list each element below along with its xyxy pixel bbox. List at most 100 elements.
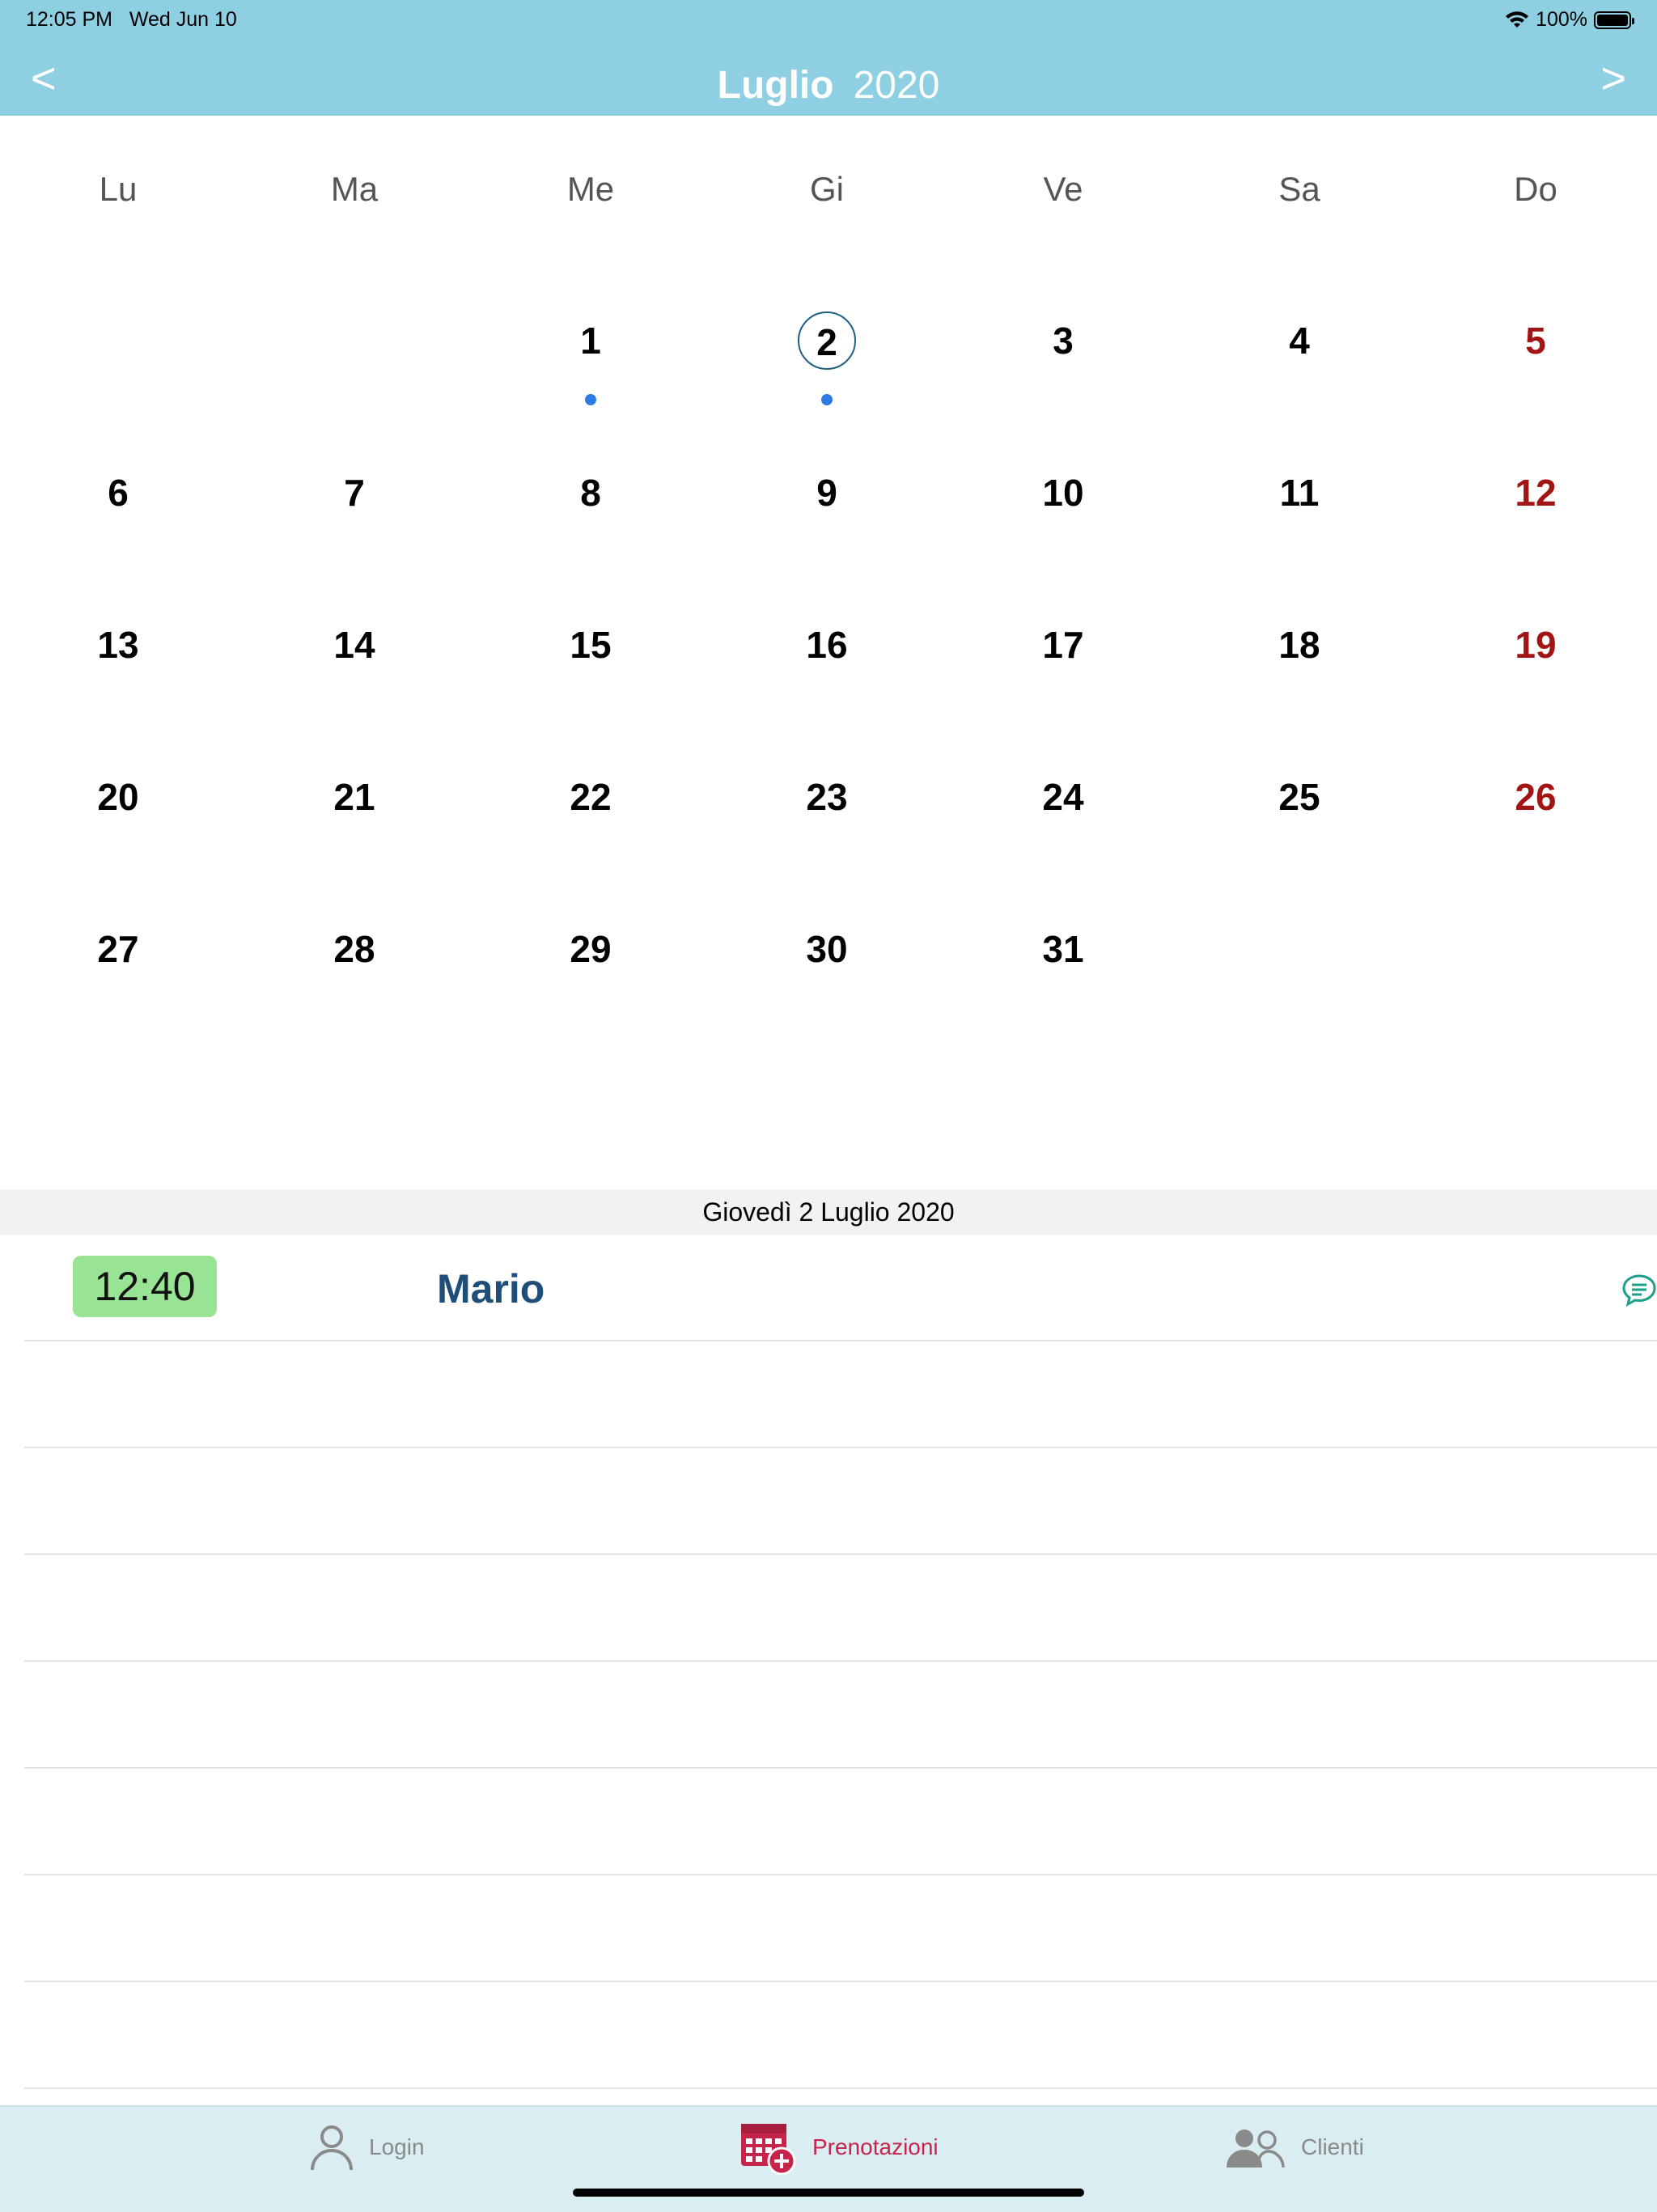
empty-row: [24, 1769, 1657, 1875]
calendar-day[interactable]: 6: [0, 464, 236, 528]
event-dot: [821, 394, 833, 405]
calendar-day[interactable]: 7: [236, 464, 473, 528]
calendar-day[interactable]: 3: [945, 311, 1181, 376]
people-icon: [1227, 2129, 1285, 2168]
calendar-day[interactable]: 11: [1181, 464, 1418, 528]
day-number: 30: [806, 928, 848, 970]
appointment-client: Mario: [437, 1266, 545, 1312]
wifi-icon: [1506, 11, 1529, 28]
calendar-day[interactable]: 29: [473, 920, 709, 985]
day-number: 17: [1042, 624, 1084, 666]
day-number: 13: [97, 624, 139, 666]
calendar-day[interactable]: 23: [709, 768, 945, 833]
day-number: 26: [1515, 776, 1557, 818]
calendar-day[interactable]: 12: [1418, 464, 1654, 528]
day-number: 28: [333, 928, 375, 970]
calendar-day[interactable]: 26: [1418, 768, 1654, 833]
calendar-empty-cell: [1418, 920, 1654, 985]
day-number: 4: [1289, 320, 1310, 362]
calendar-day[interactable]: 30: [709, 920, 945, 985]
appointment-row[interactable]: 12:40 Mario: [24, 1235, 1657, 1341]
day-number: 23: [806, 776, 848, 818]
calendar-day[interactable]: 15: [473, 616, 709, 680]
weekday-label: Ma: [330, 170, 379, 208]
day-number: 7: [344, 472, 365, 514]
status-time: 12:05 PM Wed Jun 10: [26, 8, 237, 31]
tab-label: Prenotazioni: [812, 2134, 939, 2159]
calendar-add-icon: [741, 2124, 796, 2176]
chat-icon[interactable]: [1621, 1272, 1657, 1307]
calendar-empty-cell: [1181, 920, 1418, 985]
week-row: 20 21 22 23 24 25 26: [0, 768, 1657, 833]
calendar-day[interactable]: 2: [709, 311, 945, 405]
day-number: 15: [570, 624, 612, 666]
day-number: 19: [1515, 624, 1557, 666]
empty-row: [24, 1555, 1657, 1662]
calendar-day[interactable]: 4: [1181, 311, 1418, 376]
calendar-day[interactable]: 9: [709, 464, 945, 528]
selected-date-label: Giovedì 2 Luglio 2020: [0, 1189, 1657, 1235]
empty-row: [24, 1875, 1657, 1982]
calendar-day[interactable]: 1: [473, 311, 709, 405]
weekday-label: Me: [566, 170, 615, 208]
tab-clients[interactable]: Clienti: [1225, 2107, 1364, 2188]
calendar-day[interactable]: 19: [1418, 616, 1654, 680]
year: 2020: [853, 64, 940, 107]
day-number: 2: [798, 311, 856, 370]
day-number: 18: [1278, 624, 1320, 666]
weekday-label: Lu: [99, 170, 138, 208]
weekday-label: Sa: [1278, 170, 1320, 208]
calendar-day[interactable]: 5: [1418, 311, 1654, 376]
tab-bookings[interactable]: Prenotazioni: [740, 2107, 939, 2188]
weekday-label: Do: [1514, 170, 1557, 208]
month-name: Luglio: [717, 64, 834, 107]
day-number: 6: [108, 472, 129, 514]
day-number: 5: [1525, 320, 1546, 362]
person-icon: [311, 2125, 353, 2171]
calendar-day[interactable]: 10: [945, 464, 1181, 528]
calendar-day[interactable]: 18: [1181, 616, 1418, 680]
weekday-label: Ve: [1043, 170, 1083, 208]
calendar-day[interactable]: 20: [0, 768, 236, 833]
month-title: Luglio 2020: [0, 63, 1657, 108]
calendar-day[interactable]: 8: [473, 464, 709, 528]
calendar-day[interactable]: 31: [945, 920, 1181, 985]
appointment-time: 12:40: [73, 1256, 217, 1317]
calendar-empty-cell: [236, 311, 473, 376]
calendar-day[interactable]: 28: [236, 920, 473, 985]
day-number: 27: [97, 928, 139, 970]
tab-login[interactable]: Login: [309, 2107, 425, 2188]
calendar-day[interactable]: 22: [473, 768, 709, 833]
appointment-list: 12:40 Mario: [0, 1235, 1657, 2089]
day-number: 21: [333, 776, 375, 818]
day-number: 29: [570, 928, 612, 970]
week-row: 1 2 3 4 5: [0, 311, 1657, 405]
calendar-day[interactable]: 21: [236, 768, 473, 833]
day-number: 31: [1042, 928, 1084, 970]
next-month-button[interactable]: >: [1600, 57, 1626, 100]
empty-row: [24, 1341, 1657, 1448]
calendar-day[interactable]: 25: [1181, 768, 1418, 833]
calendar-day[interactable]: 16: [709, 616, 945, 680]
status-indicators: 100%: [1505, 8, 1634, 32]
day-number: 11: [1279, 472, 1320, 514]
week-row: 6 7 8 9 10 11 12: [0, 464, 1657, 528]
calendar-day[interactable]: 24: [945, 768, 1181, 833]
battery-percent: 100%: [1536, 8, 1587, 31]
calendar-day[interactable]: 13: [0, 616, 236, 680]
empty-row: [24, 1982, 1657, 2089]
calendar-day[interactable]: 17: [945, 616, 1181, 680]
event-dot: [585, 394, 596, 405]
calendar-day[interactable]: 14: [236, 616, 473, 680]
tab-label: Login: [369, 2134, 425, 2159]
top-bar: 12:05 PM Wed Jun 10 100% < Luglio 2020 >: [0, 0, 1657, 116]
day-number: 22: [570, 776, 612, 818]
calendar-empty-cell: [0, 311, 236, 376]
weekday-header: Lu Ma Me Gi Ve Sa Do: [0, 170, 1657, 218]
calendar-day[interactable]: 27: [0, 920, 236, 985]
day-number: 25: [1278, 776, 1320, 818]
day-number: 3: [1053, 320, 1074, 362]
week-row: 13 14 15 16 17 18 19: [0, 616, 1657, 680]
day-number: 10: [1042, 472, 1084, 514]
empty-row: [24, 1662, 1657, 1769]
